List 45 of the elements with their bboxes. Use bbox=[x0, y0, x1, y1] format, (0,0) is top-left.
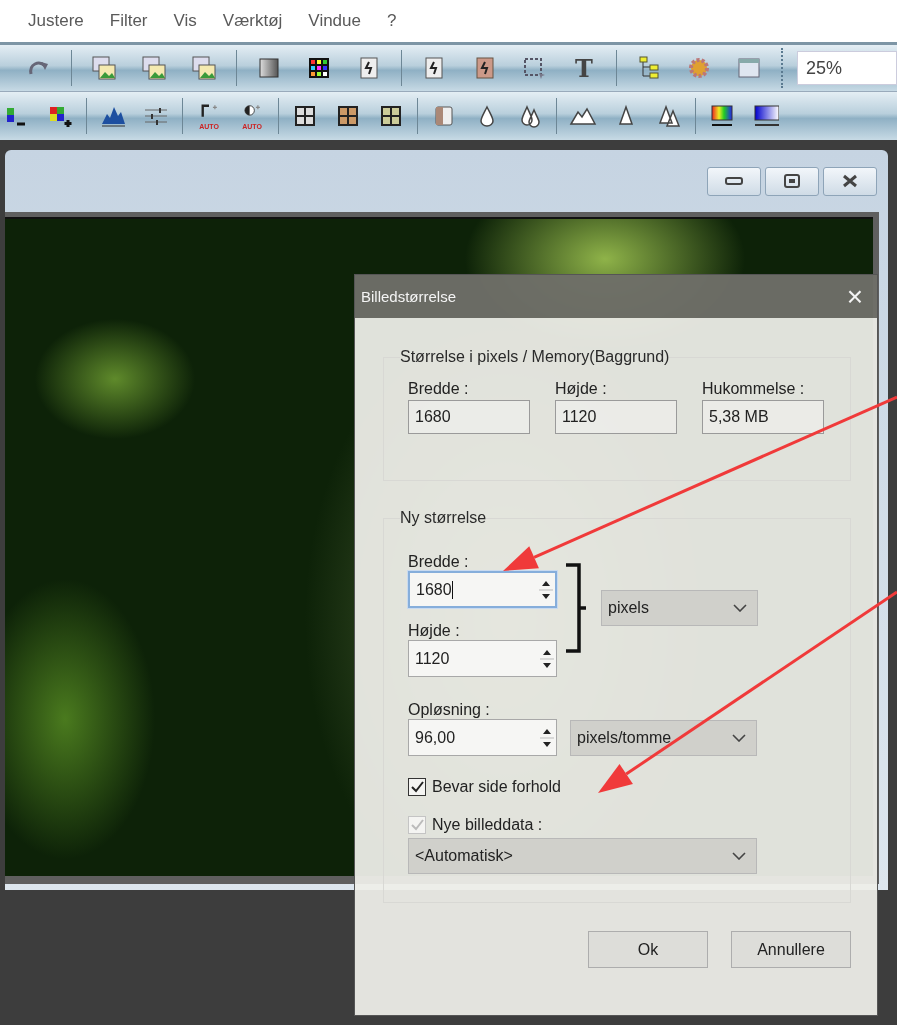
checkbox-label: Nye billeddata : bbox=[432, 816, 543, 834]
checkbox[interactable] bbox=[408, 778, 426, 796]
dropdown[interactable]: pixels/tomme bbox=[570, 719, 757, 756]
maximize-icon bbox=[784, 174, 800, 188]
dropdown[interactable]: pixels bbox=[601, 590, 758, 626]
menu-item[interactable]: Justere bbox=[22, 11, 90, 31]
checkbox-label: Bevar side forhold bbox=[432, 778, 561, 796]
spin-field[interactable]: 96,00 bbox=[408, 719, 557, 756]
menu-item[interactable]: Værktøj bbox=[216, 11, 289, 31]
field-label: Bredde : bbox=[408, 552, 470, 571]
readonly-field: 1120 bbox=[555, 400, 677, 434]
dialog-button[interactable]: Ok bbox=[588, 931, 708, 968]
close-button[interactable] bbox=[823, 166, 877, 196]
field-label: Højde : bbox=[555, 379, 608, 398]
spin-field[interactable]: 1120 bbox=[408, 640, 557, 677]
image-stack-icon bbox=[140, 54, 168, 82]
close-button[interactable]: × bbox=[846, 282, 863, 311]
minimize-icon bbox=[725, 176, 743, 186]
spin-field[interactable]: 1680 bbox=[408, 571, 557, 608]
group-title: Størrelse i pixels / Memory(Baggrund) bbox=[400, 348, 670, 366]
menu-item[interactable]: ? bbox=[381, 11, 403, 31]
link-bracket-icon bbox=[565, 563, 587, 653]
minimize-button[interactable] bbox=[707, 166, 761, 196]
image-stack-icon bbox=[190, 54, 218, 82]
image-stack-icon bbox=[90, 54, 118, 82]
field-label: Hukommelse : bbox=[702, 379, 806, 398]
close-icon bbox=[842, 174, 858, 188]
chevron-down-icon bbox=[732, 852, 746, 860]
readonly-field: 5,38 MB bbox=[702, 400, 824, 434]
field-label: Bredde : bbox=[408, 379, 470, 398]
readonly-field: 1680 bbox=[408, 400, 530, 434]
dropdown[interactable]: <Automatisk> bbox=[408, 838, 757, 874]
dialog-button[interactable]: Annullere bbox=[731, 931, 851, 968]
zoom-field[interactable]: 25% bbox=[797, 51, 897, 85]
menu-item[interactable]: Filter bbox=[103, 11, 154, 31]
maximize-button[interactable] bbox=[765, 166, 819, 196]
chevron-down-icon bbox=[732, 733, 746, 742]
text-tool-button[interactable]: T bbox=[566, 50, 602, 86]
chevron-down-icon bbox=[733, 604, 747, 612]
field-label: Opløsning : bbox=[408, 700, 491, 719]
menu-item[interactable]: Vis bbox=[167, 11, 203, 31]
group-title: Ny størrelse bbox=[400, 509, 487, 527]
menu-item[interactable]: Vindue bbox=[302, 11, 367, 31]
dialog-title: Billedstørrelse bbox=[361, 288, 457, 305]
field-label: Højde : bbox=[408, 621, 461, 640]
